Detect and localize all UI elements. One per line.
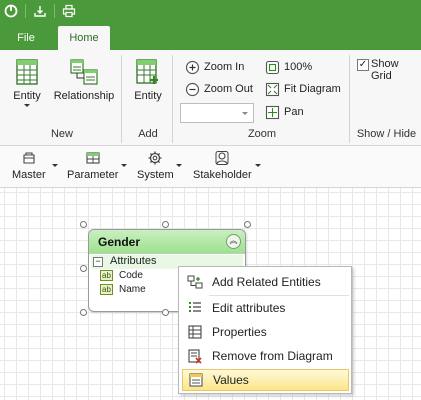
new-relationship-label: Relationship	[53, 90, 115, 102]
group-label-zoom: Zoom	[247, 128, 277, 140]
zoom-100-label: 100%	[284, 61, 313, 73]
menu-item-label: Values	[213, 373, 249, 387]
ribbon-tabs: File Home	[0, 22, 421, 50]
app-menu-icon[interactable]	[0, 0, 22, 22]
pan-icon	[264, 104, 280, 120]
title-bar	[0, 0, 421, 22]
category-system-button[interactable]: System	[137, 150, 174, 181]
attribute-label: Name	[119, 284, 146, 295]
category-master-button[interactable]: Master	[12, 150, 46, 181]
chevron-down-icon	[242, 112, 248, 115]
tab-home[interactable]: Home	[58, 26, 110, 50]
show-grid-checkbox[interactable]: ✓	[357, 59, 369, 71]
resize-handle[interactable]	[80, 309, 87, 316]
collapse-icon[interactable]: ︽	[226, 234, 241, 249]
show-grid-label: Show Grid	[371, 58, 399, 82]
resize-handle[interactable]	[80, 221, 87, 228]
related-entities-icon	[182, 274, 208, 290]
properties-icon	[182, 324, 208, 340]
menu-item-remove-from-diagram[interactable]: Remove from Diagram	[182, 345, 349, 367]
entity-title: Gender	[98, 235, 141, 249]
chevron-down-icon[interactable]	[52, 164, 58, 167]
attribute-icon: ab	[100, 284, 113, 295]
zoom-in-icon	[184, 59, 200, 75]
zoom-in-button[interactable]: Zoom In	[184, 59, 244, 75]
attribute-icon: ab	[100, 270, 113, 281]
parameter-icon	[86, 152, 100, 164]
zoom-out-label: Zoom Out	[204, 83, 253, 95]
group-separator	[121, 55, 122, 143]
attribute-label: Code	[119, 270, 143, 281]
new-entity-button[interactable]: Entity	[8, 58, 46, 107]
zoom-100-button[interactable]: 100%	[264, 59, 312, 75]
add-entity-label: Entity	[134, 90, 162, 102]
attributes-list-icon	[182, 300, 208, 316]
menu-item-label: Edit attributes	[212, 301, 286, 315]
pan-label: Pan	[284, 106, 304, 118]
group-separator	[349, 55, 350, 143]
entity-header: Gender ︽	[89, 230, 245, 254]
group-label-show-hide: Show / Hide	[356, 128, 417, 140]
attribute-row[interactable]: ab Name	[100, 284, 146, 295]
tab-file[interactable]: File	[8, 28, 44, 50]
category-master-label: Master	[12, 169, 46, 181]
title-separator	[54, 4, 55, 18]
attributes-section-label: Attributes	[110, 255, 157, 267]
menu-item-label: Properties	[212, 325, 267, 339]
stakeholder-icon	[215, 151, 229, 165]
gear-icon	[148, 151, 162, 165]
fit-diagram-label: Fit Diagram	[284, 83, 341, 95]
resize-handle[interactable]	[162, 309, 169, 316]
menu-item-label: Remove from Diagram	[212, 349, 333, 363]
chevron-down-icon[interactable]	[176, 164, 182, 167]
title-separator	[25, 4, 26, 18]
remove-icon	[182, 348, 208, 364]
category-stakeholder-button[interactable]: Stakeholder	[193, 150, 252, 181]
master-icon	[23, 152, 35, 164]
group-label-new: New	[50, 128, 73, 140]
zoom-out-button[interactable]: Zoom Out	[184, 81, 253, 97]
zoom-level-combo[interactable]	[180, 103, 254, 123]
add-entity-button[interactable]: Entity	[128, 58, 168, 102]
menu-item-edit-attributes[interactable]: Edit attributes	[182, 297, 349, 319]
category-system-label: System	[137, 169, 174, 181]
resize-handle[interactable]	[162, 221, 169, 228]
collapse-section-icon[interactable]: −	[93, 257, 103, 267]
chevron-down-icon	[24, 104, 30, 107]
chevron-down-icon[interactable]	[121, 164, 127, 167]
save-icon[interactable]	[29, 0, 51, 22]
show-grid-toggle[interactable]: Show Grid	[371, 58, 421, 82]
context-menu: Add Related Entities Edit attributes Pro…	[178, 266, 352, 394]
category-parameter-button[interactable]: Parameter	[67, 150, 118, 181]
chevron-down-icon[interactable]	[255, 164, 261, 167]
fit-diagram-icon	[264, 81, 280, 97]
relationship-icon	[70, 59, 98, 85]
attribute-row[interactable]: ab Code	[100, 270, 143, 281]
group-separator	[172, 55, 173, 143]
new-entity-label: Entity	[13, 90, 41, 102]
fit-diagram-button[interactable]: Fit Diagram	[264, 81, 341, 97]
category-stakeholder-label: Stakeholder	[193, 169, 252, 181]
category-parameter-label: Parameter	[67, 169, 119, 181]
group-label-add: Add	[138, 128, 158, 140]
zoom-out-icon	[184, 81, 200, 97]
menu-item-add-related-entities[interactable]: Add Related Entities	[182, 271, 349, 293]
menu-separator	[209, 295, 349, 296]
resize-handle[interactable]	[80, 265, 87, 272]
zoom-in-label: Zoom In	[204, 61, 245, 73]
new-relationship-button[interactable]: Relationship	[52, 58, 116, 102]
category-toolbar: Master Parameter System Stakeholder	[0, 146, 421, 188]
menu-item-values[interactable]: Values	[182, 369, 349, 391]
entity-grid-icon	[16, 59, 38, 85]
menu-item-label: Add Related Entities	[212, 275, 321, 289]
pan-button[interactable]: Pan	[264, 104, 304, 120]
resize-handle[interactable]	[244, 221, 251, 228]
menu-item-properties[interactable]: Properties	[182, 321, 349, 343]
add-entity-icon	[136, 59, 158, 84]
zoom-100-icon	[264, 59, 280, 75]
print-icon[interactable]	[58, 0, 80, 22]
values-icon	[183, 372, 209, 388]
